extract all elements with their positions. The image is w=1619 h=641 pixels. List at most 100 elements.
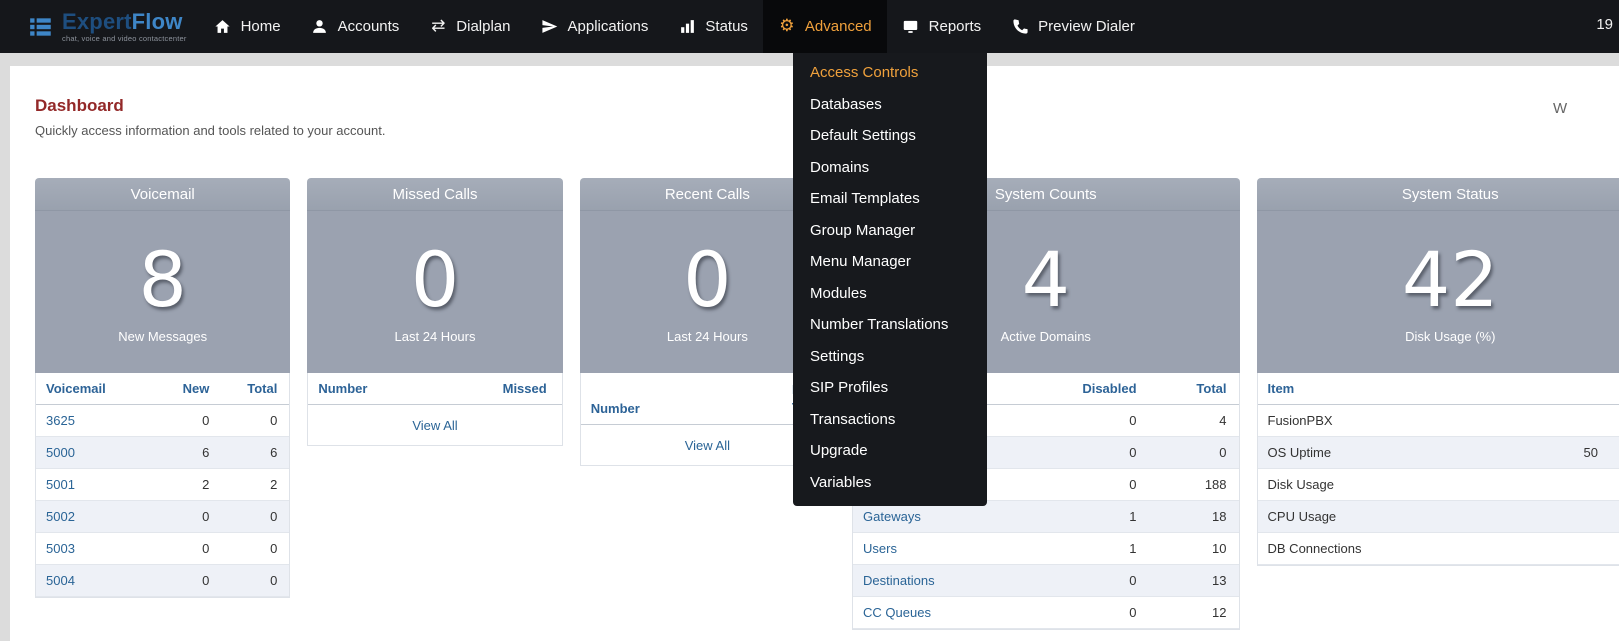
dropdown-menu-item[interactable]: Settings: [793, 341, 987, 373]
col-header-value: [1391, 373, 1619, 405]
system-counts-total: 10: [1139, 533, 1239, 565]
navbar: ExpertFlow chat, voice and video contact…: [0, 0, 1619, 53]
system-counts-disabled: 0: [1029, 597, 1139, 629]
dialplan-arrows-icon: ⇄: [429, 18, 447, 36]
system-counts-total: 18: [1139, 501, 1239, 533]
brand-tagline: chat, voice and video contactcenter: [62, 35, 187, 43]
nav-item-label: Reports: [929, 18, 982, 35]
voicemail-row: 5000 6 6: [36, 437, 289, 469]
system-counts-item-link[interactable]: CC Queues: [863, 605, 931, 620]
system-counts-item-link[interactable]: Users: [863, 541, 897, 556]
voicemail-row: 5003 0 0: [36, 533, 289, 565]
view-all-link[interactable]: View All: [685, 438, 730, 453]
col-header-new: New: [149, 373, 219, 405]
dropdown-menu-item[interactable]: Menu Manager: [793, 246, 987, 278]
voicemail-row: 5004 0 0: [36, 565, 289, 597]
nav-item-applications[interactable]: Applications: [526, 0, 664, 53]
nav-item-label: Status: [705, 18, 748, 35]
nav-item-accounts[interactable]: Accounts: [296, 0, 415, 53]
voicemail-extension-link[interactable]: 5003: [46, 541, 75, 556]
dropdown-menu-item[interactable]: Upgrade: [793, 435, 987, 467]
card-missed-calls-title: Missed Calls: [307, 178, 562, 211]
nav-item-reports[interactable]: Reports: [887, 0, 997, 53]
nav-item-home[interactable]: Home: [199, 0, 296, 53]
view-all-link[interactable]: View All: [412, 418, 457, 433]
voicemail-extension-link[interactable]: 5000: [46, 445, 75, 460]
system-status-item: OS Uptime: [1258, 437, 1391, 469]
dropdown-menu-item[interactable]: Email Templates: [793, 183, 987, 215]
system-status-value: [1391, 405, 1619, 437]
system-status-item: CPU Usage: [1258, 501, 1391, 533]
dropdown-menu-item[interactable]: Transactions: [793, 404, 987, 436]
bar-chart-icon: [678, 18, 696, 36]
nav-item-dialplan[interactable]: ⇄ Dialplan: [414, 0, 525, 53]
system-status-item: FusionPBX: [1258, 405, 1391, 437]
nav-item-preview-dialer[interactable]: Preview Dialer: [996, 0, 1150, 53]
system-status-value: [1391, 469, 1619, 501]
dropdown-menu-item[interactable]: Default Settings: [793, 120, 987, 152]
card-system-status-title: System Status: [1257, 178, 1619, 211]
voicemail-table: Voicemail New Total 3625 0 0: [36, 373, 289, 597]
card-system-status: System Status 42 Disk Usage (%) Item Fus…: [1257, 178, 1619, 566]
nav-item-label: Preview Dialer: [1038, 18, 1135, 35]
col-header-total: Total: [1139, 373, 1239, 405]
voicemail-count-label: New Messages: [118, 329, 207, 344]
dropdown-menu-item[interactable]: SIP Profiles: [793, 372, 987, 404]
nav-item-label: Advanced: [805, 18, 872, 35]
system-status-value: 50: [1391, 437, 1619, 469]
system-status-row: OS Uptime 50: [1258, 437, 1619, 469]
dropdown-menu-item[interactable]: Number Translations: [793, 309, 987, 341]
card-missed-calls: Missed Calls 0 Last 24 Hours Number Miss…: [307, 178, 562, 446]
main-nav: Home Accounts ⇄ Dialplan Applications St…: [199, 0, 1150, 53]
nav-item-label: Home: [241, 18, 281, 35]
welcome-truncated-text: W: [1553, 100, 1567, 117]
reports-monitor-icon: [902, 18, 920, 36]
missed-calls-view-all: View All: [308, 405, 561, 445]
dropdown-menu-item[interactable]: Domains: [793, 152, 987, 184]
voicemail-total-count: 6: [219, 437, 289, 469]
voicemail-new-count: 0: [149, 501, 219, 533]
dropdown-menu-item[interactable]: Variables: [793, 467, 987, 499]
nav-item-label: Accounts: [338, 18, 400, 35]
system-status-table: Item FusionPBX OS Uptime: [1258, 373, 1619, 565]
voicemail-count: 8: [138, 240, 186, 320]
voicemail-new-count: 2: [149, 469, 219, 501]
active-domains-count: 4: [1022, 240, 1070, 320]
system-counts-total: 12: [1139, 597, 1239, 629]
voicemail-new-count: 6: [149, 437, 219, 469]
voicemail-new-count: 0: [149, 533, 219, 565]
card-voicemail: Voicemail 8 New Messages Voicemail New T…: [35, 178, 290, 598]
system-counts-row: Users 1 10: [853, 533, 1238, 565]
voicemail-extension-link[interactable]: 5004: [46, 573, 75, 588]
nav-item-label: Dialplan: [456, 18, 510, 35]
gear-icon: ⚙: [778, 18, 796, 36]
recent-calls-count-label: Last 24 Hours: [667, 329, 748, 344]
missed-calls-table-wrap: Number Missed View All: [307, 373, 562, 446]
dropdown-menu-item[interactable]: Group Manager: [793, 215, 987, 247]
system-counts-item-link[interactable]: Destinations: [863, 573, 935, 588]
system-counts-item-link[interactable]: Gateways: [863, 509, 921, 524]
home-icon: [214, 18, 232, 36]
system-status-row: DB Connections: [1258, 533, 1619, 565]
brand-logo[interactable]: ExpertFlow chat, voice and video contact…: [0, 0, 187, 53]
voicemail-total-count: 0: [219, 533, 289, 565]
voicemail-extension-link[interactable]: 5001: [46, 477, 75, 492]
col-header-item: Item: [1258, 373, 1391, 405]
voicemail-total-count: 0: [219, 501, 289, 533]
nav-right-truncated-text: 19: [1596, 16, 1613, 33]
card-missed-calls-big: 0 Last 24 Hours: [307, 211, 562, 373]
recent-calls-count: 0: [683, 240, 731, 320]
voicemail-table-wrap: Voicemail New Total 3625 0 0: [35, 373, 290, 598]
dropdown-menu-item[interactable]: Modules: [793, 278, 987, 310]
dropdown-menu-item[interactable]: Access Controls: [793, 57, 987, 89]
nav-item-status[interactable]: Status: [663, 0, 763, 53]
col-header-number: Number: [308, 373, 481, 405]
system-counts-disabled: 0: [1029, 405, 1139, 437]
voicemail-extension-link[interactable]: 3625: [46, 413, 75, 428]
system-counts-disabled: 1: [1029, 501, 1139, 533]
nav-item-advanced[interactable]: ⚙ Advanced: [763, 0, 887, 53]
voicemail-row: 3625 0 0: [36, 405, 289, 437]
voicemail-extension-link[interactable]: 5002: [46, 509, 75, 524]
disk-usage-label: Disk Usage (%): [1405, 329, 1495, 344]
dropdown-menu-item[interactable]: Databases: [793, 89, 987, 121]
